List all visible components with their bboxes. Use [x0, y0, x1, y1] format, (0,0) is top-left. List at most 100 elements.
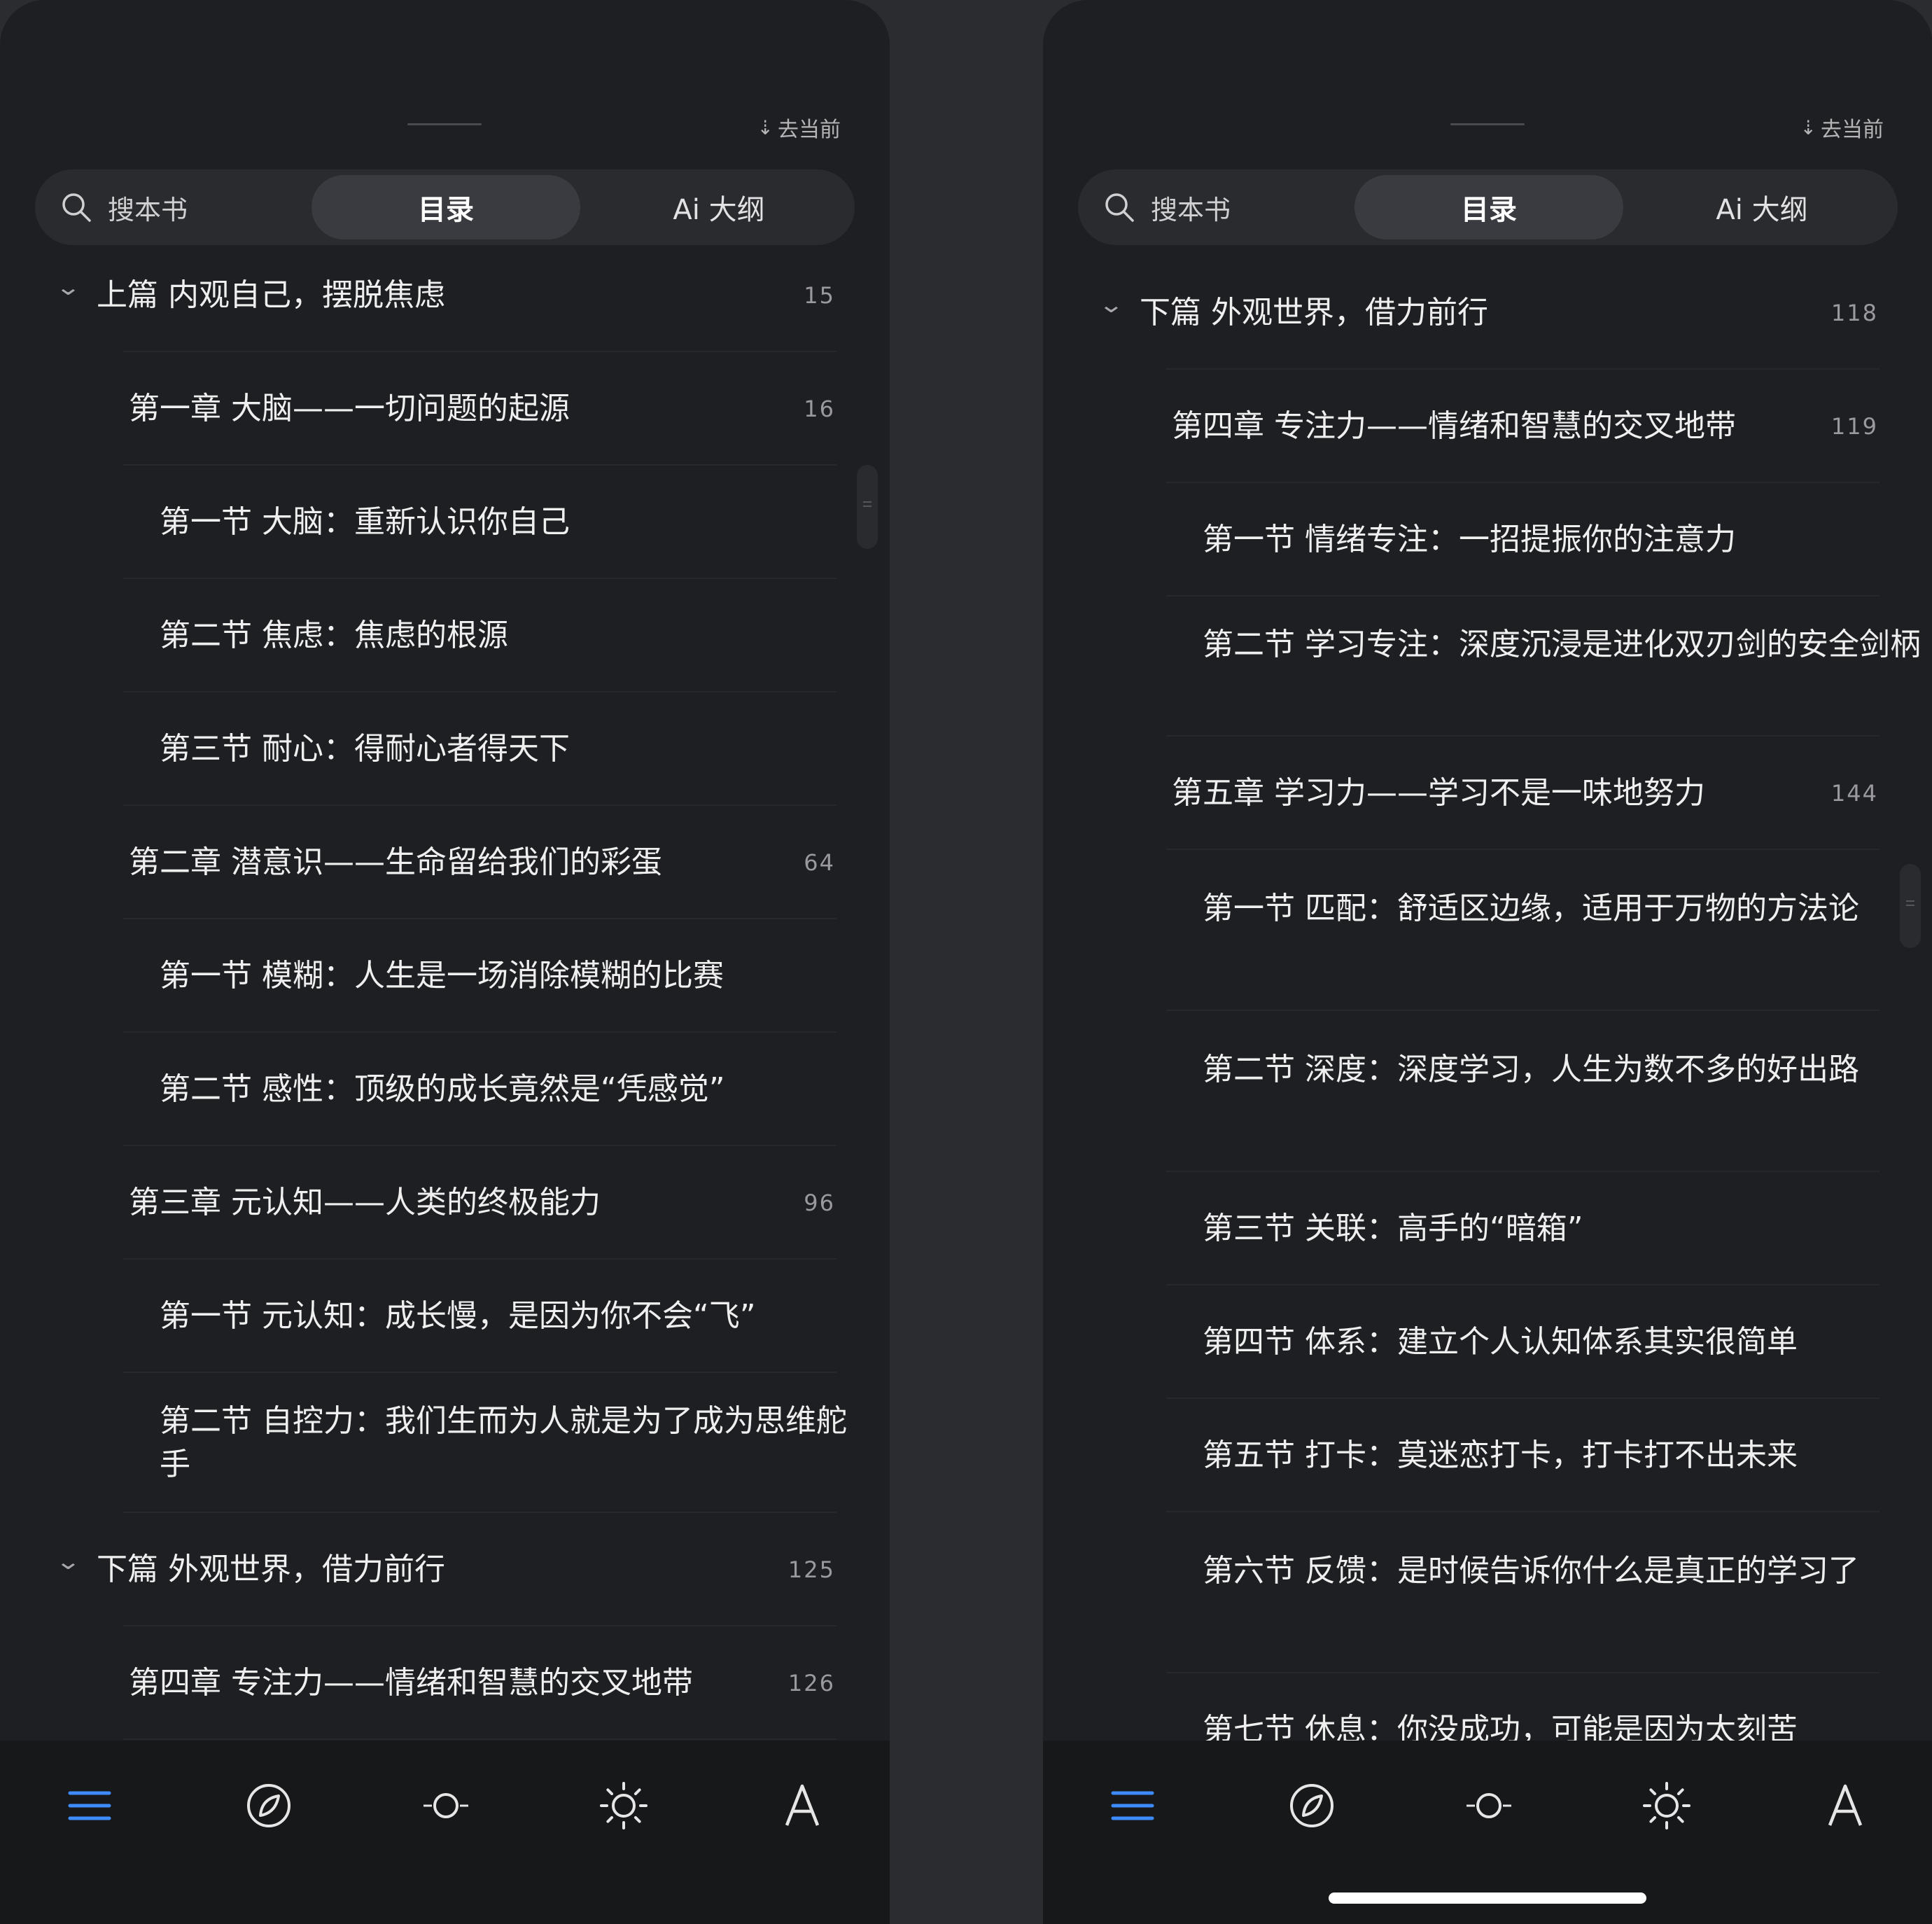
- toc-part-row[interactable]: ⌄ 下篇 外观世界，借力前行 118: [1043, 256, 1932, 370]
- compass-icon: [241, 1778, 297, 1836]
- toc-menu-button[interactable]: [1094, 1769, 1171, 1846]
- reader-toc-panel-left: ⇣ 去当前 搜本书 目录 Ai 大纲 ⌄ 上篇 内观自己，摆脱焦虑 15 第一章 大脑…: [0, 0, 890, 1924]
- drag-handle[interactable]: [407, 123, 482, 125]
- search-icon: [1105, 193, 1134, 222]
- goto-current-label: 去当前: [1821, 118, 1884, 142]
- toc-menu-icon: [62, 1778, 118, 1836]
- font-button[interactable]: [1807, 1769, 1884, 1846]
- progress-icon: [1461, 1778, 1517, 1836]
- home-indicator[interactable]: [1329, 1892, 1646, 1904]
- tab-toc[interactable]: 目录: [1354, 175, 1623, 239]
- toc-section-row[interactable]: 第二节 学习专注：深度沉浸是进化双刃剑的安全剑柄: [1043, 597, 1932, 737]
- compass-button[interactable]: [1273, 1769, 1350, 1846]
- goto-current-button[interactable]: ⇣ 去当前: [1800, 112, 1884, 143]
- toc-chapter-row[interactable]: 第五章 学习力——学习不是一味地努力 144: [1043, 737, 1932, 850]
- tab-toc[interactable]: 目录: [312, 175, 580, 239]
- toc-part-row[interactable]: ⌄ 上篇 内观自己，摆脱焦虑 15: [0, 256, 890, 352]
- toc-chapter-row[interactable]: 第三章 元认知——人类的终极能力 96: [0, 1146, 890, 1260]
- compass-button[interactable]: [230, 1769, 307, 1846]
- toc-page-number: 126: [788, 1670, 835, 1696]
- toc-entry-title: 第四节 体系：建立个人认知体系其实很简单: [1203, 1324, 1798, 1360]
- progress-button[interactable]: [1450, 1769, 1527, 1846]
- toc-section-row[interactable]: 第一节 情绪专注：一招提振你的注意力: [1043, 483, 1932, 597]
- toc-entry-title: 第一节 情绪专注：一招提振你的注意力: [1203, 522, 1736, 557]
- row-divider: [123, 1738, 836, 1740]
- toc-page-number: 96: [804, 1190, 835, 1216]
- toc-page-number: 118: [1830, 300, 1878, 326]
- toc-entry-title: 第四章 专注力——情绪和智慧的交叉地带: [129, 1665, 693, 1701]
- toc-entry-title: 第五章 学习力——学习不是一味地努力: [1172, 775, 1705, 811]
- toc-section-row[interactable]: 第二节 自控力：我们生而为人就是为了成为思维舵手: [0, 1373, 890, 1513]
- toc-list: ⌄ 上篇 内观自己，摆脱焦虑 15 第一章 大脑——一切问题的起源 16 第一节 大脑：重…: [0, 256, 890, 1741]
- toc-entry-title: 第一节 元认知：成长慢，是因为你不会“飞”: [160, 1298, 756, 1334]
- brightness-icon: [1639, 1778, 1695, 1836]
- search-icon: [62, 193, 91, 222]
- toc-chapter-row[interactable]: 第四章 专注力——情绪和智慧的交叉地带 119: [1043, 370, 1932, 483]
- chevron-down-icon[interactable]: ⌄: [55, 265, 82, 309]
- toc-entry-title: 第二节 学习专注：深度沉浸是进化双刃剑的安全剑柄: [1203, 627, 1921, 662]
- toc-page-number: 16: [804, 396, 835, 422]
- toc-entry-title: 第三章 元认知——人类的终极能力: [129, 1185, 601, 1220]
- toc-entry-title: 第四章 专注力——情绪和智慧的交叉地带: [1172, 408, 1736, 444]
- chevron-down-icon[interactable]: ⌄: [55, 1540, 82, 1583]
- toc-entry-title: 第三节 关联：高手的“暗箱”: [1203, 1211, 1583, 1246]
- progress-button[interactable]: [407, 1769, 484, 1846]
- search-book-tab[interactable]: 搜本书: [1103, 169, 1231, 245]
- toc-entry-title: 第一节 模糊：人生是一场消除模糊的比赛: [160, 958, 724, 994]
- search-book-label: 搜本书: [108, 194, 188, 225]
- toc-section-row[interactable]: 第一节 元认知：成长慢，是因为你不会“飞”: [0, 1260, 890, 1373]
- toc-tab-bar: 搜本书 目录 Ai 大纲: [1078, 169, 1898, 245]
- toc-section-row[interactable]: 第二节 深度：深度学习，人生为数不多的好出路: [1043, 1011, 1932, 1172]
- toc-entry-title: 第二章 潜意识——生命留给我们的彩蛋: [129, 844, 662, 880]
- tab-ai-outline[interactable]: Ai 大纲: [1628, 175, 1896, 239]
- toc-section-row[interactable]: 第二节 感性：顶级的成长竟然是“凭感觉”: [0, 1033, 890, 1146]
- toc-menu-icon: [1105, 1778, 1161, 1836]
- toc-chapter-row[interactable]: 第二章 潜意识——生命留给我们的彩蛋 64: [0, 806, 890, 919]
- toc-entry-title: 第五节 打卡：莫迷恋打卡，打卡打不出未来: [1203, 1437, 1798, 1473]
- toc-page-number: 119: [1830, 413, 1878, 440]
- font-icon: [1817, 1778, 1873, 1836]
- toc-part-row[interactable]: ⌄ 下篇 外观世界，借力前行 125: [0, 1513, 890, 1626]
- font-icon: [774, 1778, 830, 1836]
- goto-current-label: 去当前: [778, 118, 841, 142]
- scrollbar-thumb[interactable]: [857, 465, 878, 549]
- toc-entry-title: 第七节 休息：你没成功，可能是因为太刻苦: [1203, 1712, 1798, 1741]
- search-book-tab[interactable]: 搜本书: [60, 169, 188, 245]
- toc-entry-title: 下篇 外观世界，借力前行: [1140, 295, 1488, 330]
- scrollbar-thumb[interactable]: [1900, 864, 1921, 948]
- toc-entry-title: 第二节 自控力：我们生而为人就是为了成为思维舵手: [160, 1403, 847, 1482]
- toc-page-number: 125: [788, 1556, 835, 1583]
- toc-section-row[interactable]: 第五节 打卡：莫迷恋打卡，打卡打不出未来: [1043, 1399, 1932, 1512]
- toc-section-row[interactable]: 第七节 休息：你没成功，可能是因为太刻苦: [1043, 1673, 1932, 1741]
- drag-handle[interactable]: [1450, 123, 1525, 125]
- toc-section-row[interactable]: 第六节 反馈：是时候告诉你什么是真正的学习了: [1043, 1512, 1932, 1673]
- brightness-button[interactable]: [585, 1769, 662, 1846]
- toc-section-row[interactable]: 第一节 模糊：人生是一场消除模糊的比赛: [0, 919, 890, 1033]
- toc-section-row[interactable]: 第一节 匹配：舒适区边缘，适用于万物的方法论: [1043, 850, 1932, 1011]
- toc-entry-title: 第二节 感性：顶级的成长竟然是“凭感觉”: [160, 1071, 725, 1107]
- goto-current-button[interactable]: ⇣ 去当前: [757, 112, 841, 143]
- toc-entry-title: 第一节 匹配：舒适区边缘，适用于万物的方法论: [1203, 891, 1859, 926]
- toc-entry-title: 第二节 深度：深度学习，人生为数不多的好出路: [1203, 1052, 1859, 1087]
- toc-chapter-row[interactable]: 第四章 专注力——情绪和智慧的交叉地带 126: [0, 1626, 890, 1740]
- tab-ai-outline[interactable]: Ai 大纲: [584, 175, 853, 239]
- toc-page-number: 64: [804, 849, 835, 876]
- toc-section-row[interactable]: 第三节 耐心：得耐心者得天下: [0, 692, 890, 806]
- reader-toc-panel-right: ⇣ 去当前 搜本书 目录 Ai 大纲 ⌄ 下篇 外观世界，借力前行 118 第四章 专…: [1043, 0, 1932, 1924]
- arrow-down-icon: ⇣: [1800, 116, 1816, 139]
- toc-list: ⌄ 下篇 外观世界，借力前行 118 第四章 专注力——情绪和智慧的交叉地带 119 第一…: [1043, 256, 1932, 1741]
- toc-page-number: 15: [804, 282, 835, 309]
- brightness-button[interactable]: [1628, 1769, 1705, 1846]
- chevron-down-icon[interactable]: ⌄: [1098, 283, 1125, 326]
- toc-section-row[interactable]: 第三节 关联：高手的“暗箱”: [1043, 1172, 1932, 1285]
- compass-icon: [1284, 1778, 1340, 1836]
- toc-chapter-row[interactable]: 第一章 大脑——一切问题的起源 16: [0, 352, 890, 466]
- toc-entry-title: 上篇 内观自己，摆脱焦虑: [97, 277, 445, 313]
- toc-section-row[interactable]: 第四节 体系：建立个人认知体系其实很简单: [1043, 1285, 1932, 1399]
- toc-entry-title: 第三节 耐心：得耐心者得天下: [160, 731, 570, 767]
- arrow-down-icon: ⇣: [757, 116, 774, 139]
- toc-menu-button[interactable]: [51, 1769, 128, 1846]
- toc-section-row[interactable]: 第一节 大脑：重新认识你自己: [0, 466, 890, 579]
- font-button[interactable]: [764, 1769, 841, 1846]
- toc-section-row[interactable]: 第二节 焦虑：焦虑的根源: [0, 579, 890, 692]
